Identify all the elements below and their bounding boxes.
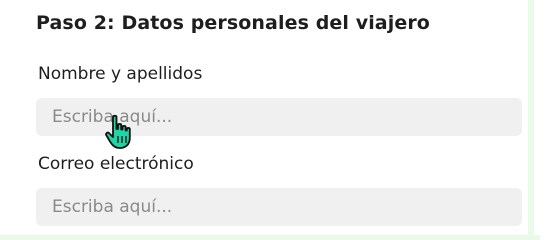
step-title: Paso 2: Datos personales del viajero bbox=[36, 12, 430, 34]
email-field-label: Correo electrónico bbox=[38, 154, 194, 174]
hand-pointer-icon bbox=[105, 114, 131, 149]
email-input[interactable]: Escriba aquí... bbox=[36, 188, 522, 226]
panel-bottom-border bbox=[0, 235, 540, 240]
name-field-label: Nombre y apellidos bbox=[38, 64, 203, 84]
email-input-placeholder: Escriba aquí... bbox=[52, 197, 173, 217]
panel-right-border bbox=[528, 0, 534, 240]
form-panel: Paso 2: Datos personales del viajero Nom… bbox=[0, 0, 560, 240]
